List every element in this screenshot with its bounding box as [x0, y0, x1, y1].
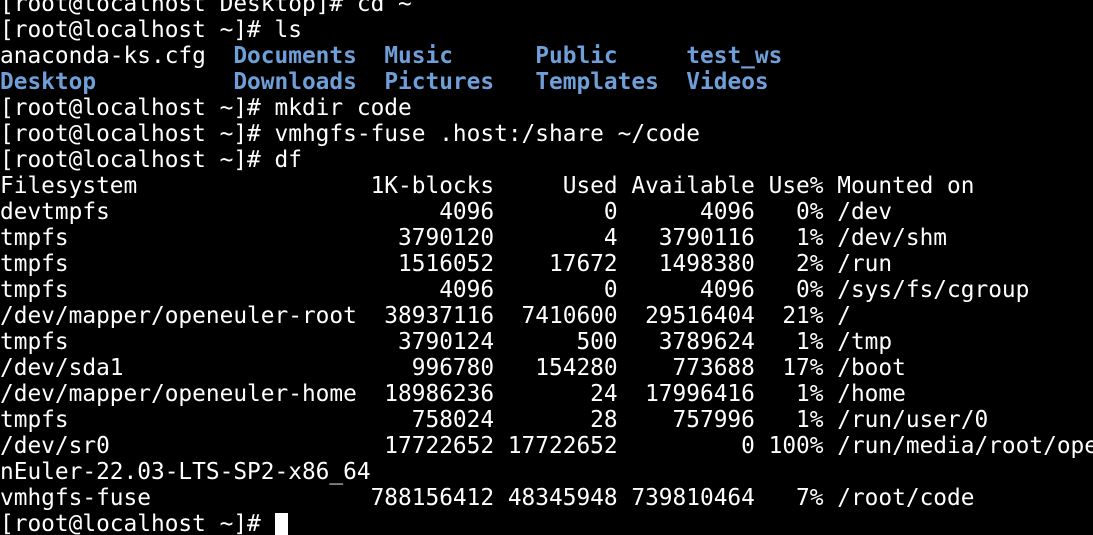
- directory-name: Pictures: [384, 69, 495, 95]
- directory-name: Desktop: [0, 69, 97, 95]
- terminal-text: /dev/sr0 17722652 17722652 0 100% /run/m…: [0, 433, 1093, 459]
- terminal-text: tmpfs 758024 28 757996 1% /run/user/0: [0, 407, 989, 433]
- terminal-text: devtmpfs 4096 0 4096 0% /dev: [0, 199, 893, 225]
- directory-name: Music: [384, 43, 453, 69]
- terminal-line: [root@localhost ~]# vmhgfs-fuse .host:/s…: [0, 121, 1093, 147]
- terminal-text: [root@localhost Desktop]# cd ~: [0, 0, 412, 17]
- terminal-line: /dev/mapper/openeuler-root 38937116 7410…: [0, 303, 1093, 329]
- terminal-text: tmpfs 4096 0 4096 0% /sys/fs/cgroup: [0, 277, 1030, 303]
- terminal-window[interactable]: [root@localhost Desktop]# cd ~ [root@loca…: [0, 0, 1093, 535]
- terminal-text: Filesystem 1K-blocks Used Available Use%…: [0, 173, 975, 199]
- terminal-output: [root@localhost Desktop]# cd ~ [root@loca…: [0, 0, 1093, 535]
- directory-name: test_ws: [686, 43, 783, 69]
- terminal-text: tmpfs 3790120 4 3790116 1% /dev/shm: [0, 225, 948, 251]
- terminal-text: /dev/mapper/openeuler-root 38937116 7410…: [0, 303, 851, 329]
- terminal-line: /dev/mapper/openeuler-home 18986236 24 1…: [0, 381, 1093, 407]
- terminal-line: tmpfs 3790120 4 3790116 1% /dev/shm: [0, 225, 1093, 251]
- terminal-text: tmpfs 1516052 17672 1498380 2% /run: [0, 251, 893, 277]
- terminal-line: [root@localhost Desktop]# cd ~: [0, 0, 1093, 17]
- terminal-text: nEuler-22.03-LTS-SP2-x86_64: [0, 459, 371, 485]
- terminal-line: [root@localhost ~]# df: [0, 147, 1093, 173]
- terminal-text: anaconda-ks.cfg: [0, 43, 234, 69]
- directory-name: Public: [535, 43, 618, 69]
- terminal-line: [root@localhost ~]#: [0, 511, 1093, 535]
- terminal-line: devtmpfs 4096 0 4096 0% /dev: [0, 199, 1093, 225]
- terminal-text: [root@localhost ~]# vmhgfs-fuse .host:/s…: [0, 121, 700, 147]
- terminal-line: [root@localhost ~]# ls: [0, 17, 1093, 43]
- directory-name: Videos: [686, 69, 769, 95]
- terminal-line: /dev/sda1 996780 154280 773688 17% /boot: [0, 355, 1093, 381]
- terminal-line: anaconda-ks.cfg Documents Music Public t…: [0, 43, 1093, 69]
- terminal-line: /dev/sr0 17722652 17722652 0 100% /run/m…: [0, 433, 1093, 459]
- terminal-line: nEuler-22.03-LTS-SP2-x86_64: [0, 459, 1093, 485]
- terminal-text: [root@localhost ~]#: [0, 511, 275, 535]
- directory-name: Documents: [233, 43, 357, 69]
- terminal-text: vmhgfs-fuse 788156412 48345948 739810464…: [0, 485, 975, 511]
- directory-name: Downloads: [233, 69, 357, 95]
- terminal-text: [root@localhost ~]# ls: [0, 17, 302, 43]
- terminal-line: tmpfs 758024 28 757996 1% /run/user/0: [0, 407, 1093, 433]
- terminal-text: [root@localhost ~]# mkdir code: [0, 95, 412, 121]
- terminal-line: Filesystem 1K-blocks Used Available Use%…: [0, 173, 1093, 199]
- terminal-line: tmpfs 1516052 17672 1498380 2% /run: [0, 251, 1093, 277]
- terminal-text: tmpfs 3790124 500 3789624 1% /tmp: [0, 329, 893, 355]
- terminal-line: tmpfs 4096 0 4096 0% /sys/fs/cgroup: [0, 277, 1093, 303]
- terminal-text: /dev/mapper/openeuler-home 18986236 24 1…: [0, 381, 906, 407]
- terminal-line: tmpfs 3790124 500 3789624 1% /tmp: [0, 329, 1093, 355]
- terminal-line: [root@localhost ~]# mkdir code: [0, 95, 1093, 121]
- terminal-text: [root@localhost ~]# df: [0, 147, 302, 173]
- terminal-line: vmhgfs-fuse 788156412 48345948 739810464…: [0, 485, 1093, 511]
- text-cursor: [274, 513, 288, 535]
- terminal-line: Desktop Downloads Pictures Templates Vid…: [0, 69, 1093, 95]
- terminal-text: /dev/sda1 996780 154280 773688 17% /boot: [0, 355, 906, 381]
- directory-name: Templates: [535, 69, 659, 95]
